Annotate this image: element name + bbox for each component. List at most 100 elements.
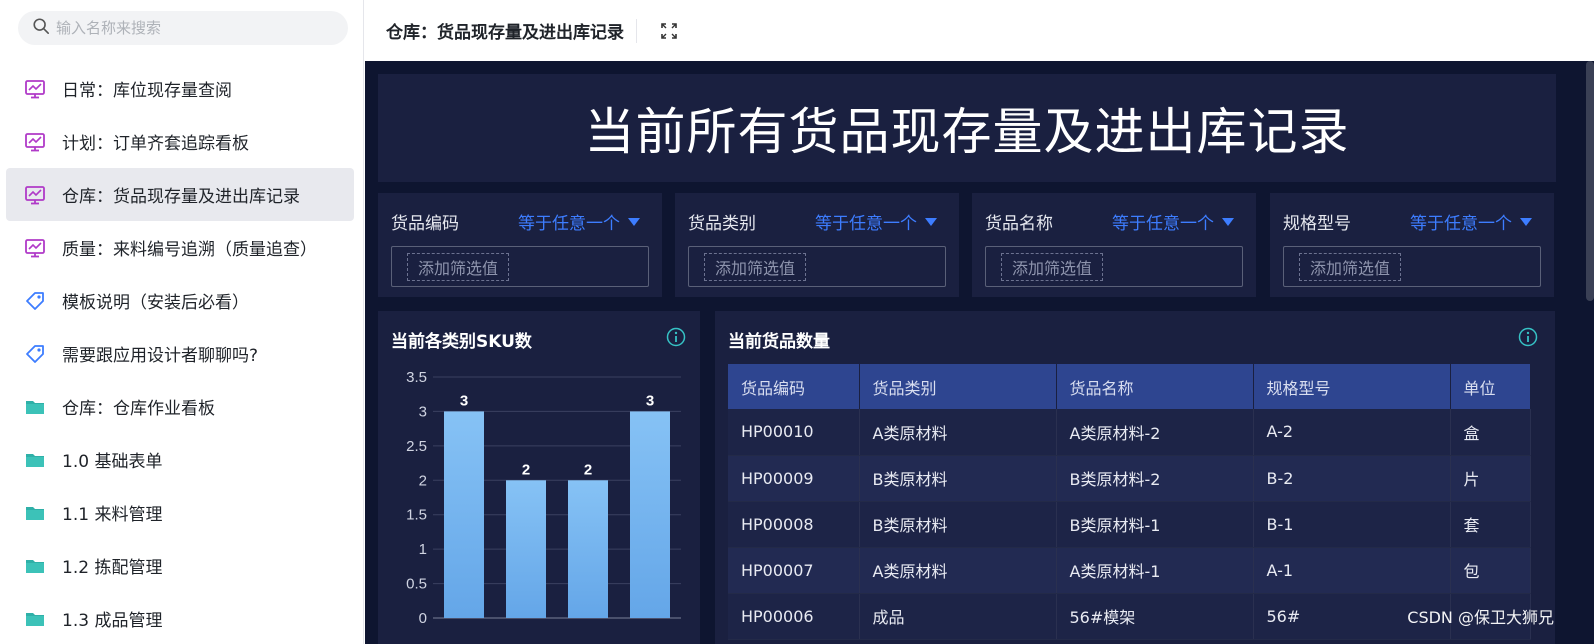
sidebar-item[interactable]: 质量：来料编号追溯（质量追查）: [0, 221, 364, 274]
banner: 当前所有货品现存量及进出库记录: [378, 74, 1556, 182]
dashboard-icon: [24, 184, 46, 206]
sku-bar-chart: 0 0.5 1 1.5 2 2.5 3 3.5 3 2 2 3: [406, 369, 681, 627]
dashboard-icon: [24, 131, 46, 153]
y-tick-label: 3: [419, 403, 427, 420]
filter-operator-dropdown[interactable]: 等于任意一个: [1410, 209, 1532, 234]
bar[interactable]: [568, 480, 608, 618]
page-title: 仓库：货品现存量及进出库记录: [386, 23, 624, 43]
filter-value-input[interactable]: 添加筛选值: [688, 246, 946, 287]
caret-down-icon: [1520, 217, 1532, 226]
add-filter-value-button[interactable]: 添加筛选值: [1299, 253, 1402, 281]
table-cell: 成品: [859, 593, 1057, 640]
dashboard-icon: [24, 78, 46, 100]
filter-operator-label: 等于任意一个: [1112, 214, 1214, 234]
qty-table-title: 当前货品数量: [728, 332, 830, 352]
table-row[interactable]: HP00007 A类原材料 A类原材料-1 A-1 包: [728, 547, 1531, 594]
folder-icon: [24, 396, 46, 418]
caret-down-icon: [1222, 217, 1234, 226]
filter-label: 货品名称: [985, 214, 1053, 234]
table-header-cell[interactable]: 货品名称: [1056, 364, 1254, 409]
sidebar-item-label: 仓库：仓库作业看板: [62, 399, 215, 419]
sidebar-item[interactable]: 日常：库位现存量查阅: [0, 62, 364, 115]
sidebar-item-label: 模板说明（安装后必看）: [62, 293, 249, 313]
sidebar-item-label: 1.2 拣配管理: [62, 558, 163, 578]
sidebar: 日常：库位现存量查阅计划：订单齐套追踪看板仓库：货品现存量及进出库记录质量：来料…: [0, 0, 364, 644]
table-cell: A类原材料: [859, 409, 1057, 456]
add-filter-value-button[interactable]: 添加筛选值: [407, 253, 510, 281]
table-header-cell[interactable]: 货品类别: [859, 364, 1057, 409]
filter-operator-label: 等于任意一个: [518, 214, 620, 234]
bar-data-label: 3: [646, 392, 654, 409]
table-row[interactable]: HP00009 B类原材料 B类原材料-2 B-2 片: [728, 455, 1531, 502]
table-cell: A类原材料: [859, 547, 1057, 594]
sidebar-item[interactable]: 仓库：货品现存量及进出库记录: [6, 168, 354, 221]
sidebar-nav: 日常：库位现存量查阅 计划：订单齐套追踪看板 仓库：货品现存量及进出库记录 质量：来料…: [0, 62, 364, 644]
filter-operator-label: 等于任意一个: [1410, 214, 1512, 234]
sidebar-item[interactable]: 1.3 成品管理: [0, 592, 364, 644]
table-cell: B类原材料-1: [1056, 501, 1254, 548]
filter-value-input[interactable]: 添加筛选值: [985, 246, 1243, 287]
filter-value-input[interactable]: 添加筛选值: [1283, 246, 1541, 287]
add-filter-value-button[interactable]: 添加筛选值: [704, 253, 807, 281]
folder-icon: [24, 502, 46, 524]
bar[interactable]: [444, 411, 484, 618]
sidebar-item-label: 1.3 成品管理: [62, 611, 163, 631]
sidebar-item[interactable]: 1.0 基础表单: [0, 433, 364, 486]
search-input[interactable]: [56, 19, 326, 37]
table-cell: 56#模架: [1056, 593, 1254, 640]
sku-chart-card: 当前各类别SKU数 0 0.5 1 1.5 2 2.5 3 3.5 3 2 2 3: [378, 311, 700, 644]
table-row[interactable]: HP00008 B类原材料 B类原材料-1 B-1 套: [728, 501, 1531, 548]
sidebar-item[interactable]: 计划：订单齐套追踪看板: [0, 115, 364, 168]
table-header-cell[interactable]: 规格型号: [1253, 364, 1451, 409]
qty-table-card: 当前货品数量 货品编码 货品类别 货品名称 规格型号 单位 HP00010 A类原材料 A类…: [715, 311, 1555, 644]
y-tick-label: 1: [419, 541, 427, 558]
bar[interactable]: [630, 411, 670, 618]
sidebar-item[interactable]: 仓库：仓库作业看板: [0, 380, 364, 433]
dashboard: 当前所有货品现存量及进出库记录 货品编码 等于任意一个 添加筛选值 货品类别 等于任意一…: [365, 61, 1594, 644]
folder-icon: [24, 555, 46, 577]
table-cell: B类原材料: [859, 455, 1057, 502]
filter-operator-label: 等于任意一个: [815, 214, 917, 234]
filter-panel: 货品编码 等于任意一个 添加筛选值: [378, 193, 662, 297]
filter-label: 货品编码: [391, 214, 459, 234]
qty-table: 货品编码 货品类别 货品名称 规格型号 单位 HP00010 A类原材料 A类原材料-2 A-…: [728, 364, 1531, 640]
table-header-cell[interactable]: 货品编码: [728, 364, 860, 409]
filter-panel: 货品名称 等于任意一个 添加筛选值: [972, 193, 1256, 297]
add-filter-value-button[interactable]: 添加筛选值: [1001, 253, 1104, 281]
table-cell: HP00007: [728, 547, 860, 594]
filter-operator-dropdown[interactable]: 等于任意一个: [815, 209, 937, 234]
sidebar-item[interactable]: 1.2 拣配管理: [0, 539, 364, 592]
filter-panel: 规格型号 等于任意一个 添加筛选值: [1270, 193, 1554, 297]
table-cell: HP00006: [728, 593, 860, 640]
info-icon[interactable]: [1518, 327, 1538, 347]
dashboard-scrollbar[interactable]: [1586, 61, 1594, 301]
y-tick-label: 3.5: [406, 369, 427, 386]
search-box[interactable]: [18, 11, 348, 45]
page-header: 仓库：货品现存量及进出库记录: [365, 0, 1594, 61]
filter-value-input[interactable]: 添加筛选值: [391, 246, 649, 287]
banner-title: 当前所有货品现存量及进出库记录: [584, 103, 1350, 161]
table-cell: 包: [1450, 547, 1531, 594]
sidebar-item[interactable]: 1.1 来料管理: [0, 486, 364, 539]
sidebar-item-label: 1.1 来料管理: [62, 505, 163, 525]
sidebar-item-label: 1.0 基础表单: [62, 452, 163, 472]
fullscreen-icon[interactable]: [659, 21, 679, 41]
bar-data-label: 3: [460, 392, 468, 409]
caret-down-icon: [925, 217, 937, 226]
filter-panel: 货品类别 等于任意一个 添加筛选值: [675, 193, 959, 297]
table-row[interactable]: HP00010 A类原材料 A类原材料-2 A-2 盒: [728, 409, 1531, 456]
filter-label: 货品类别: [688, 214, 756, 234]
sidebar-item[interactable]: 模板说明（安装后必看）: [0, 274, 364, 327]
table-header-cell[interactable]: 单位: [1450, 364, 1531, 409]
table-cell: A类原材料-1: [1056, 547, 1254, 594]
tag-icon: [24, 290, 46, 312]
table-cell: B类原材料: [859, 501, 1057, 548]
filter-operator-dropdown[interactable]: 等于任意一个: [518, 209, 640, 234]
dashboard-icon: [24, 237, 46, 259]
table-cell: B-1: [1253, 501, 1451, 548]
table-cell: 片: [1450, 455, 1531, 502]
sidebar-item[interactable]: 需要跟应用设计者聊聊吗?: [0, 327, 364, 380]
header-divider: [636, 18, 637, 43]
bar[interactable]: [506, 480, 546, 618]
filter-operator-dropdown[interactable]: 等于任意一个: [1112, 209, 1234, 234]
